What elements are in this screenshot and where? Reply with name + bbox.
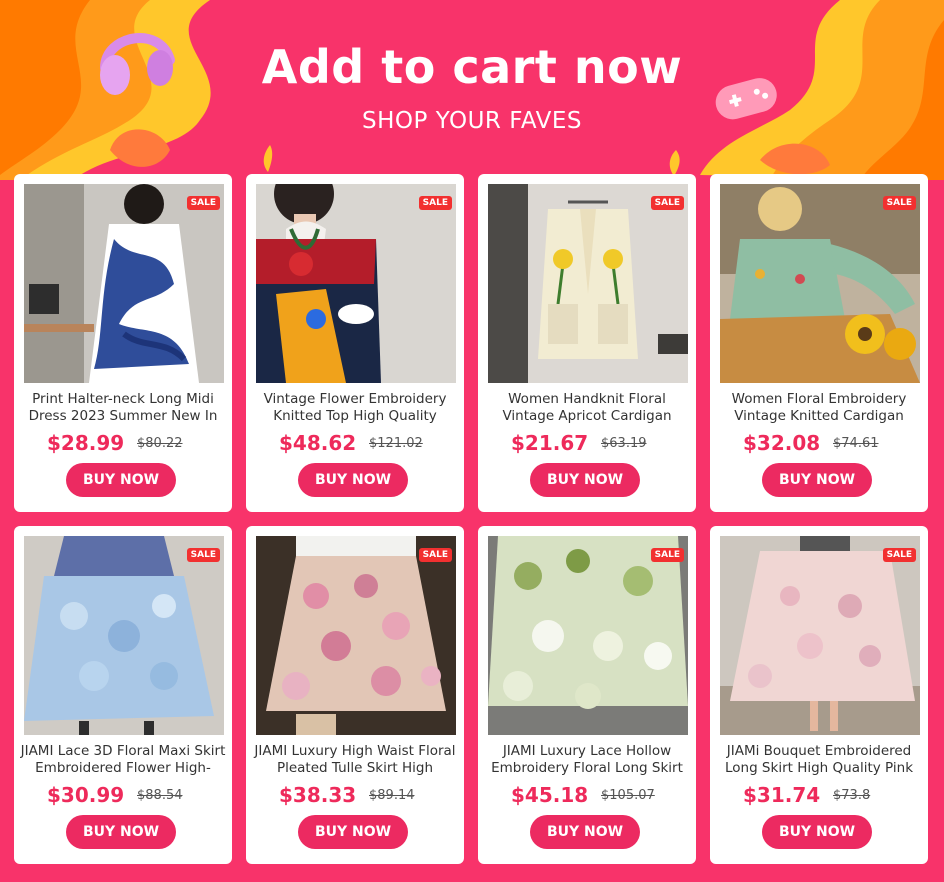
product-original-price: $73.8 [833, 788, 871, 803]
product-image[interactable]: SALE [24, 184, 224, 383]
product-image[interactable]: SALE [488, 184, 688, 383]
buy-now-button[interactable]: BUY NOW [530, 815, 640, 849]
sale-badge: SALE [650, 548, 684, 562]
product-price: $38.33 [279, 783, 357, 807]
product-card[interactable]: SALE JIAMi Bouquet Embroidered Long Skir… [710, 526, 928, 864]
product-image[interactable]: SALE [720, 536, 920, 735]
sale-badge: SALE [882, 548, 916, 562]
buy-now-button[interactable]: BUY NOW [66, 463, 176, 497]
buy-now-button[interactable]: BUY NOW [530, 463, 640, 497]
product-name[interactable]: JIAMI Luxury High Waist Floral Pleated T… [252, 743, 458, 779]
product-name[interactable]: JIAMI Luxury Lace Hollow Embroidery Flor… [484, 743, 690, 779]
product-price: $32.08 [743, 431, 821, 455]
product-card[interactable]: SALE Vintage Flower Embroidery Knitted T… [246, 174, 464, 512]
sale-badge: SALE [186, 548, 220, 562]
product-original-price: $89.14 [369, 788, 415, 803]
product-original-price: $80.22 [137, 436, 183, 451]
product-image[interactable]: SALE [24, 536, 224, 735]
buy-now-button[interactable]: BUY NOW [762, 463, 872, 497]
product-name[interactable]: JIAMI Lace 3D Floral Maxi Skirt Embroide… [20, 743, 226, 779]
product-card[interactable]: SALE JIAMI Lace 3D Floral Maxi Skirt Emb… [14, 526, 232, 864]
product-image[interactable]: SALE [720, 184, 920, 383]
product-original-price: $74.61 [833, 436, 879, 451]
product-price: $48.62 [279, 431, 357, 455]
product-price: $30.99 [47, 783, 125, 807]
buy-now-button[interactable]: BUY NOW [762, 815, 872, 849]
product-image[interactable]: SALE [256, 536, 456, 735]
banner-title: Add to cart now [261, 40, 683, 94]
product-card[interactable]: SALE JIAMI Luxury Lace Hollow Embroidery… [478, 526, 696, 864]
sale-badge: SALE [186, 196, 220, 210]
sale-badge: SALE [418, 548, 452, 562]
product-price: $21.67 [511, 431, 589, 455]
product-original-price: $121.02 [369, 436, 423, 451]
product-price: $28.99 [47, 431, 125, 455]
product-name[interactable]: Women Handknit Floral Vintage Apricot Ca… [484, 391, 690, 427]
product-original-price: $63.19 [601, 436, 647, 451]
product-card[interactable]: SALE Women Floral Embroidery Vintage Kni… [710, 174, 928, 512]
product-image[interactable]: SALE [488, 536, 688, 735]
sale-badge: SALE [882, 196, 916, 210]
product-name[interactable]: Women Floral Embroidery Vintage Knitted … [716, 391, 922, 427]
product-original-price: $88.54 [137, 788, 183, 803]
product-card[interactable]: SALE JIAMI Luxury High Waist Floral Plea… [246, 526, 464, 864]
buy-now-button[interactable]: BUY NOW [298, 463, 408, 497]
product-card[interactable]: SALE Women Handknit Floral Vintage Apric… [478, 174, 696, 512]
product-name[interactable]: Vintage Flower Embroidery Knitted Top Hi… [252, 391, 458, 427]
product-name[interactable]: Print Halter-neck Long Midi Dress 2023 S… [20, 391, 226, 427]
sale-badge: SALE [418, 196, 452, 210]
buy-now-button[interactable]: BUY NOW [66, 815, 176, 849]
product-original-price: $105.07 [601, 788, 655, 803]
product-name[interactable]: JIAMi Bouquet Embroidered Long Skirt Hig… [716, 743, 922, 779]
product-card[interactable]: SALE Print Halter-neck Long Midi Dress 2… [14, 174, 232, 512]
banner-subtitle: SHOP YOUR FAVES [362, 108, 582, 134]
buy-now-button[interactable]: BUY NOW [298, 815, 408, 849]
product-price: $31.74 [743, 783, 821, 807]
sale-badge: SALE [650, 196, 684, 210]
product-price: $45.18 [511, 783, 589, 807]
product-image[interactable]: SALE [256, 184, 456, 383]
